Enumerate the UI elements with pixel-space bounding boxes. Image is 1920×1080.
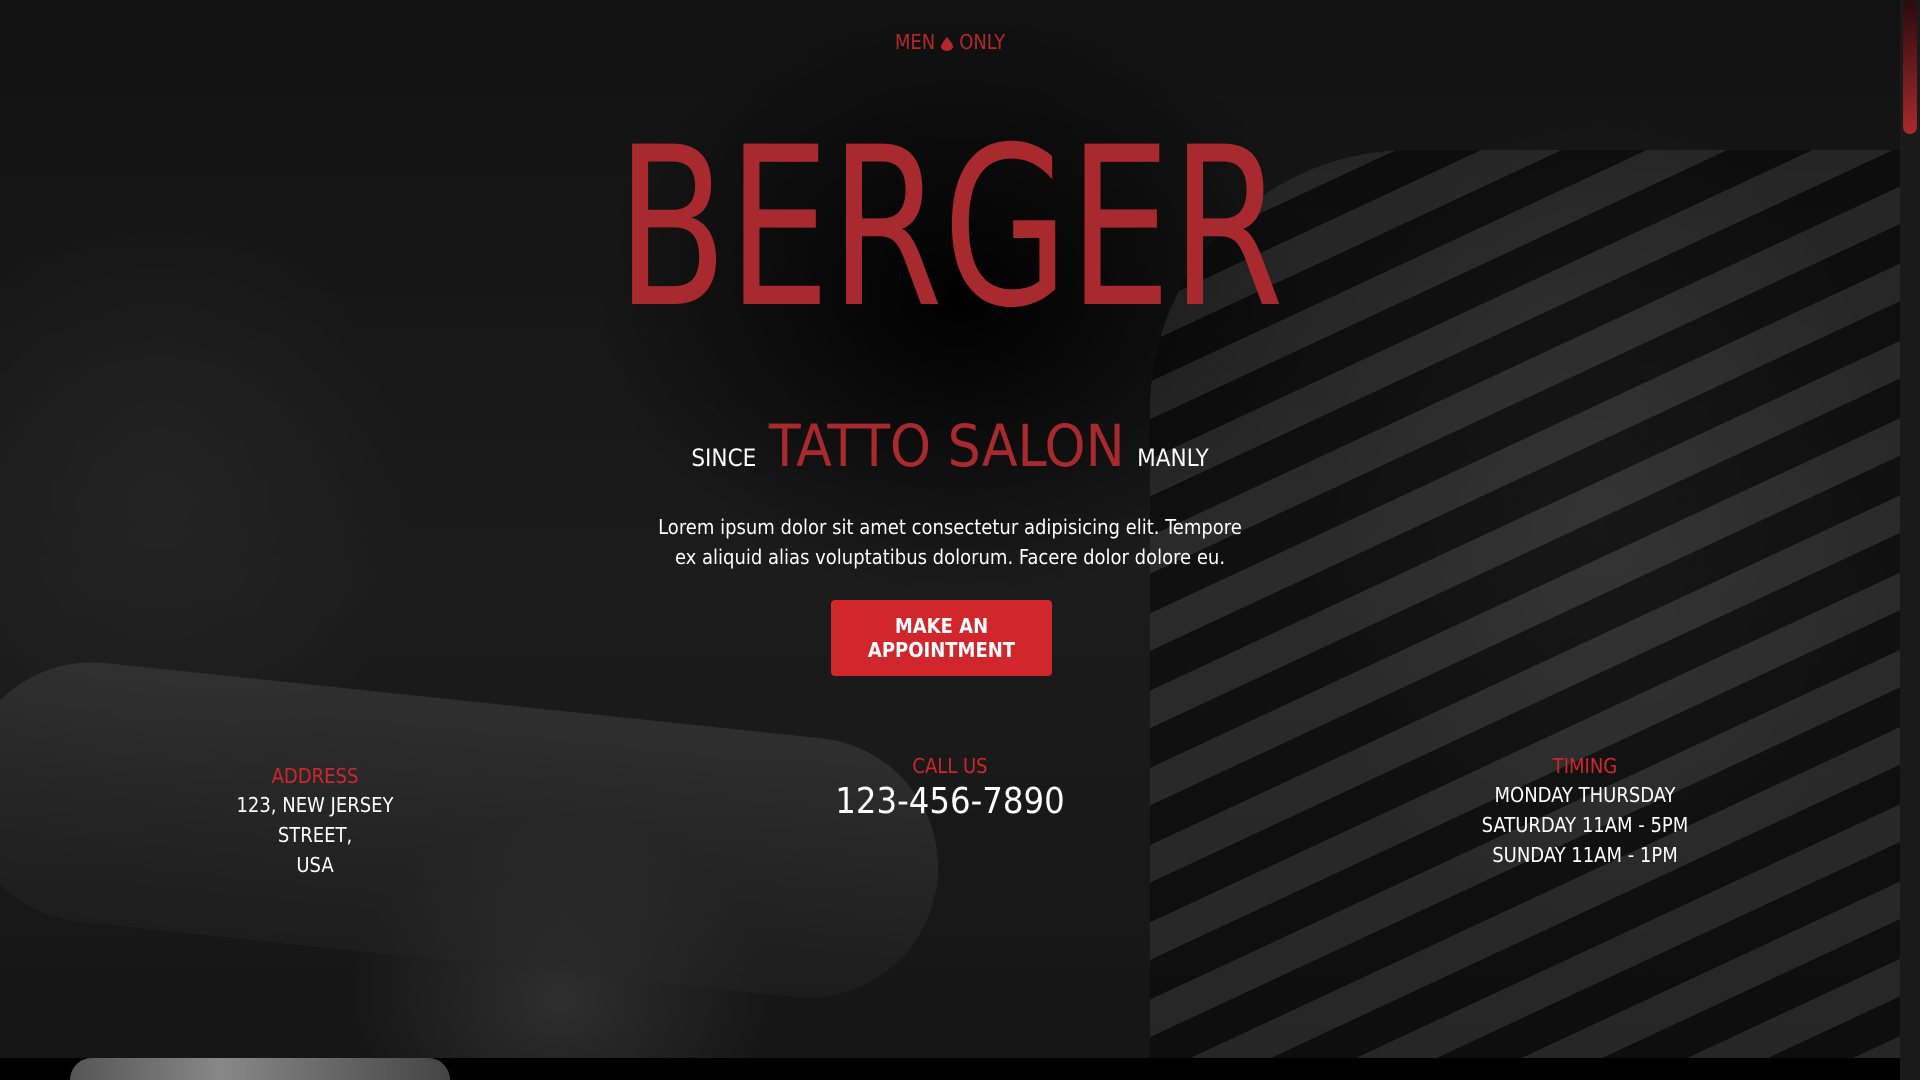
address-label: ADDRESS xyxy=(271,764,359,788)
subtitle: SINCE TATTO SALON MANLY xyxy=(0,412,1900,480)
tagline: MEN ONLY xyxy=(0,30,1900,54)
timing-line-2: SATURDAY 11AM - 5PM xyxy=(1481,813,1689,837)
next-section-image xyxy=(70,1058,450,1080)
timing-label: TIMING xyxy=(1552,754,1618,778)
address-block: ADDRESS 123, NEW JERSEY STREET, USA xyxy=(200,762,430,880)
brand-title: BERGER xyxy=(616,100,1284,356)
timing-line-1: MONDAY THURSDAY xyxy=(1494,783,1676,807)
scrollbar-thumb[interactable] xyxy=(1903,0,1917,134)
phone-number[interactable]: 123-456-7890 xyxy=(800,780,1100,824)
hero-section: MEN ONLY BERGER SINCE TATTO SALON MANLY L… xyxy=(0,0,1900,1058)
page-scrollbar[interactable] xyxy=(1900,0,1920,1080)
address-line-2: USA xyxy=(296,853,334,877)
next-section-preview xyxy=(0,1058,1900,1080)
tagline-left: MEN xyxy=(894,30,936,54)
since-label: SINCE xyxy=(691,444,757,472)
blood-drop-icon xyxy=(941,37,954,51)
call-label: CALL US xyxy=(912,754,988,778)
salon-label: TATTO SALON xyxy=(768,412,1125,480)
address-line-1: 123, NEW JERSEY STREET, xyxy=(236,793,394,847)
timing-line-3: SUNDAY 11AM - 1PM xyxy=(1492,843,1678,867)
hero-description: Lorem ipsum dolor sit amet consectetur a… xyxy=(658,515,1242,569)
tagline-right: ONLY xyxy=(959,30,1006,54)
call-block: CALL US 123-456-7890 xyxy=(800,752,1100,824)
timing-block: TIMING MONDAY THURSDAY SATURDAY 11AM - 5… xyxy=(1430,752,1740,870)
manly-label: MANLY xyxy=(1137,444,1209,472)
make-appointment-button[interactable]: MAKE AN APPOINTMENT xyxy=(831,600,1052,676)
